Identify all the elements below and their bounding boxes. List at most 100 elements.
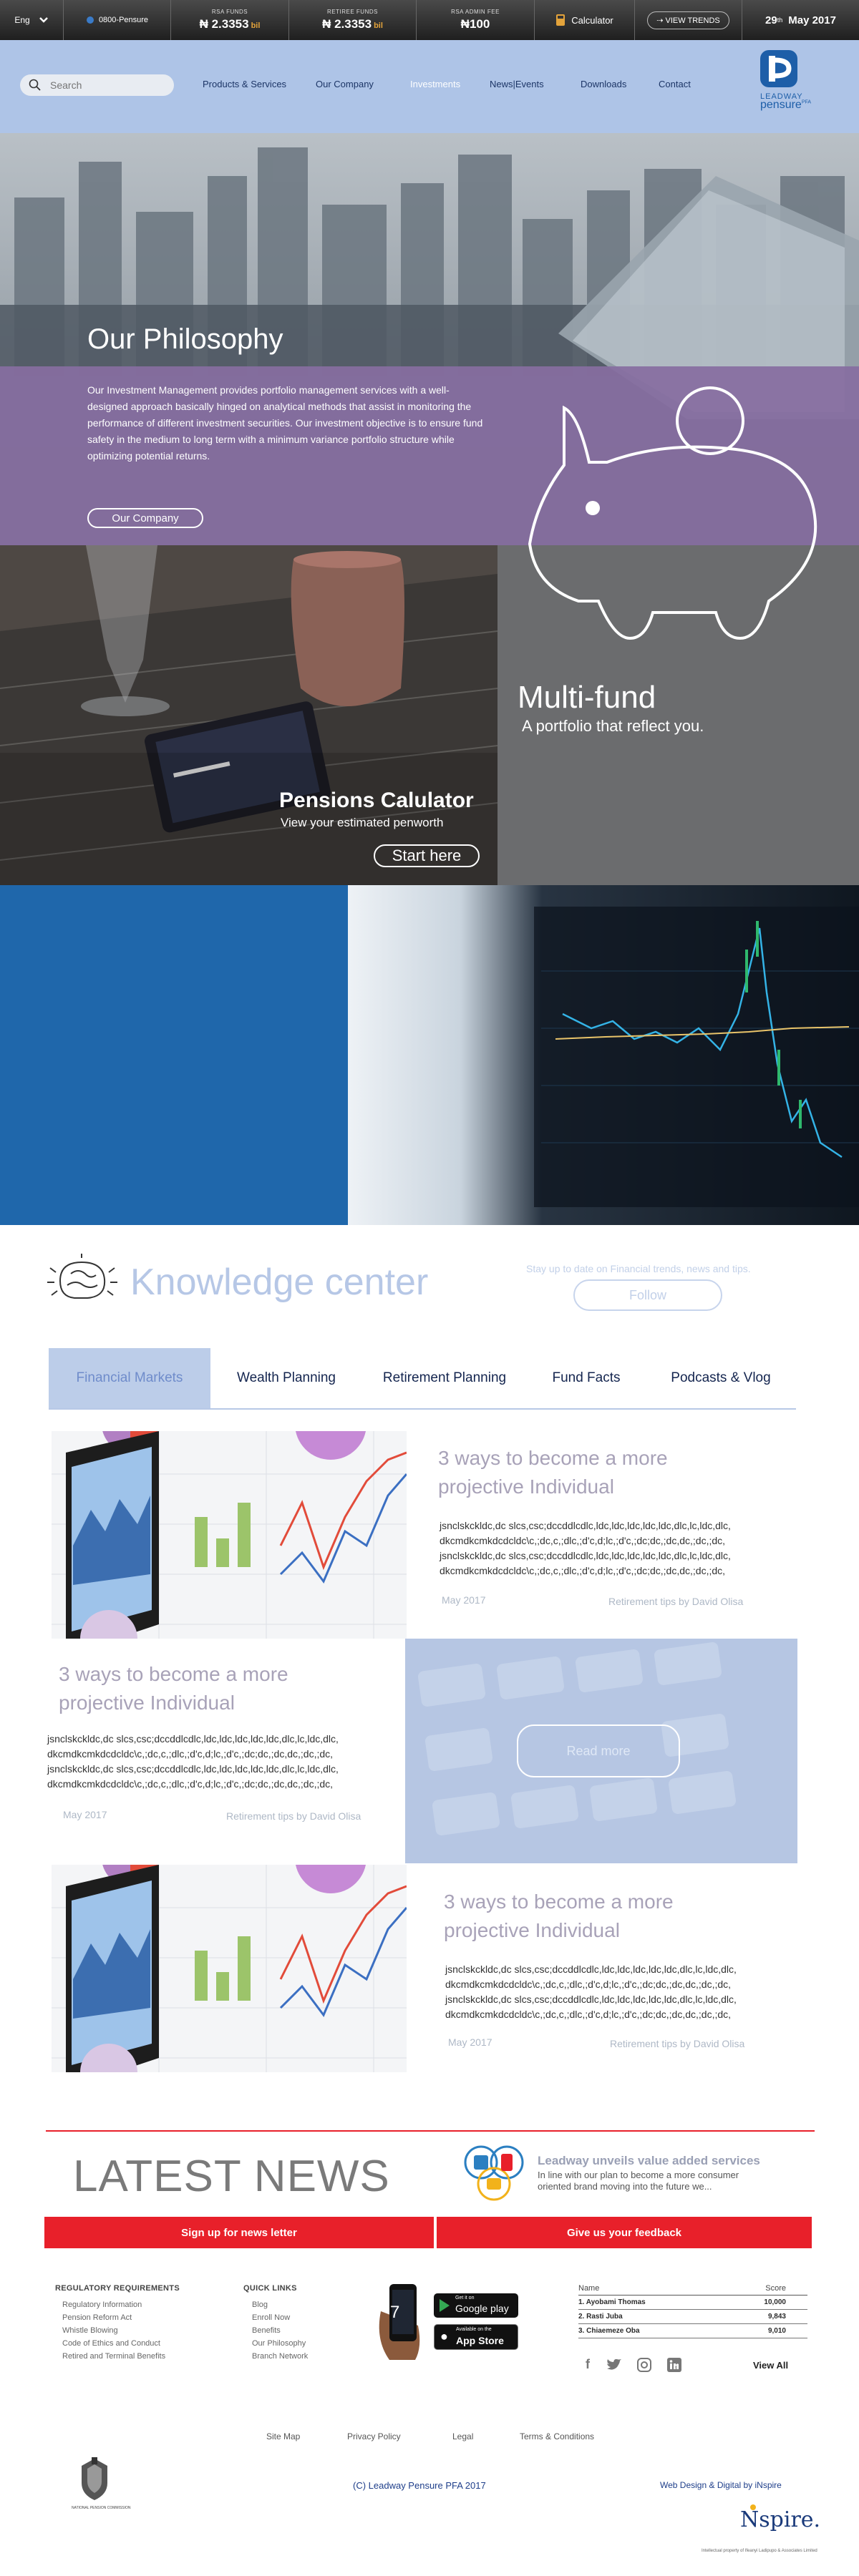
nav-downloads[interactable]: Downloads (581, 79, 626, 89)
article-2-title[interactable]: 3 ways to become a more projective Indiv… (59, 1660, 316, 1717)
article-2-tag: Retirement tips by David Olisa (226, 1810, 361, 1822)
search-box[interactable] (20, 74, 174, 96)
leadway-logo-mark (760, 50, 797, 87)
legal-link[interactable]: Legal (452, 2431, 473, 2441)
phone-number: 0800-Pensure (98, 16, 149, 24)
news-divider (46, 2130, 815, 2132)
site-map-link[interactable]: Site Map (266, 2431, 300, 2441)
rsa-admin-fee-label: RSA ADMIN FEE (451, 9, 500, 15)
retiree-funds-value: ₦ 2.3353 (322, 17, 372, 31)
start-here-button[interactable]: Start here (374, 844, 480, 867)
nav-investments[interactable]: Investments (410, 79, 460, 89)
rsa-admin-fee-value: ₦100 (460, 17, 490, 31)
news-headline[interactable]: Leadway unveils value added services (538, 2154, 760, 2168)
twitter-icon[interactable] (606, 2358, 621, 2371)
tab-financial-markets[interactable]: Financial Markets (49, 1348, 210, 1408)
feedback-button[interactable]: Give us your feedback (437, 2217, 812, 2248)
app-store-top: Available on the (456, 2327, 492, 2332)
date-day: 29 (765, 14, 777, 26)
our-company-button[interactable]: Our Company (87, 508, 203, 528)
finance-charts-graphic-2 (52, 1865, 407, 2072)
nav-contact[interactable]: Contact (659, 79, 691, 89)
tab-fund-facts[interactable]: Fund Facts (527, 1348, 646, 1408)
article-3-image[interactable] (52, 1865, 407, 2072)
phone-hotline[interactable]: 0800-Pensure (63, 0, 170, 40)
footer-link[interactable]: Pension Reform Act (62, 2311, 165, 2324)
phone-screen-number: 7 (390, 2303, 400, 2322)
follow-button[interactable]: Follow (573, 1279, 722, 1311)
footer-link[interactable]: Regulatory Information (62, 2298, 165, 2311)
article-1-title[interactable]: 3 ways to become a more projective Indiv… (438, 1444, 696, 1501)
footer-link[interactable]: Branch Network (252, 2350, 308, 2363)
google-play-top: Get it on (455, 2296, 475, 2301)
article-3-title[interactable]: 3 ways to become a more projective Indiv… (444, 1888, 702, 1945)
article-3-date: May 2017 (448, 2036, 492, 2048)
app-store-badge[interactable]: ● Available on the App Store (434, 2324, 518, 2350)
design-credit[interactable]: Web Design & Digital by iNspire (660, 2480, 782, 2490)
play-icon (440, 2299, 450, 2312)
language-selector[interactable]: Eng (0, 0, 63, 40)
article-2-image[interactable]: Read more (405, 1639, 797, 1863)
nav-our-company[interactable]: Our Company (316, 79, 374, 89)
calculator-link[interactable]: Calculator (534, 0, 634, 40)
coffee-phone-image (0, 545, 498, 885)
language-label: Eng (14, 15, 30, 25)
footer-link[interactable]: Whistle Blowing (62, 2324, 165, 2337)
tab-retirement-planning[interactable]: Retirement Planning (362, 1348, 527, 1408)
facebook-icon[interactable]: f (586, 2357, 590, 2372)
leaderboard-row-score: 10,000 (764, 2298, 786, 2306)
article-1-tag: Retirement tips by David Olisa (608, 1596, 744, 1607)
read-more-button[interactable]: Read more (517, 1724, 680, 1777)
blue-feature-block (0, 885, 348, 1225)
leaderboard-row-name: 3. Chiaemeze Oba (578, 2327, 640, 2335)
logo-line2: pensure (760, 99, 802, 111)
leaderboard-row-score: 9,843 (767, 2313, 786, 2321)
rsa-funds-value: ₦ 2.3353 (199, 17, 249, 31)
footer-link[interactable]: Enroll Now (252, 2311, 308, 2324)
leaderboard-name-header: Name (578, 2284, 600, 2293)
quick-links-heading: QUICK LINKS (243, 2284, 297, 2293)
rsa-admin-fee-stat: RSA ADMIN FEE ₦100 (416, 0, 534, 40)
tab-podcasts-vlog[interactable]: Podcasts & Vlog (646, 1348, 796, 1408)
multifund-title: Multi-fund (518, 680, 656, 715)
privacy-policy-link[interactable]: Privacy Policy (347, 2431, 401, 2441)
site-header: Products & Services Our Company Investme… (0, 40, 859, 133)
nav-products-services[interactable]: Products & Services (203, 79, 286, 89)
footer-link[interactable]: Our Philosophy (252, 2337, 308, 2350)
linkedin-icon[interactable] (667, 2357, 681, 2372)
social-icons: f (586, 2357, 681, 2372)
phone-icon (86, 16, 94, 24)
tab-wealth-planning[interactable]: Wealth Planning (210, 1348, 362, 1408)
leaderboard: Name Score 1. Ayobami Thomas 10,000 2. R… (578, 2284, 807, 2338)
view-trends-button[interactable]: ⇢ VIEW TRENDS (647, 11, 729, 29)
knowledge-tabs: Financial Markets Wealth Planning Retire… (49, 1348, 796, 1410)
footer-link[interactable]: Benefits (252, 2324, 308, 2337)
philosophy-title: Our Philosophy (87, 323, 283, 355)
date-suffix: th (777, 16, 783, 24)
search-input[interactable] (50, 77, 165, 93)
pensions-calculator-tile[interactable]: Pensions Calulator View your estimated p… (0, 545, 498, 885)
google-play-badge[interactable]: Get it on Google play (434, 2293, 518, 2318)
footer-link[interactable]: Retired and Terminal Benefits (62, 2350, 165, 2363)
leadway-logo[interactable]: LEADWAY pensurePFA (760, 50, 850, 114)
inspire-logo[interactable]: Nspire. (740, 2507, 820, 2532)
footer-link[interactable]: Blog (252, 2298, 308, 2311)
date-month-year: May 2017 (788, 14, 836, 26)
leaderboard-row-name: 2. Rasti Juba (578, 2313, 623, 2321)
terms-link[interactable]: Terms & Conditions (520, 2431, 594, 2441)
nav-news-events[interactable]: News|Events (490, 79, 544, 89)
logo-suffix: PFA (801, 99, 812, 105)
apple-icon: ● (440, 2329, 448, 2343)
article-1-image[interactable] (52, 1431, 407, 1639)
article-3-tag: Retirement tips by David Olisa (610, 2038, 745, 2049)
regulatory-heading: REGULATORY REQUIREMENTS (55, 2284, 180, 2293)
rsa-funds-label: RSA FUNDS (211, 9, 248, 15)
footer-link[interactable]: Code of Ethics and Conduct (62, 2337, 165, 2350)
instagram-icon[interactable] (637, 2357, 651, 2372)
newsletter-signup-button[interactable]: Sign up for news letter (44, 2217, 434, 2248)
view-all-link[interactable]: View All (753, 2360, 788, 2371)
finance-charts-graphic (52, 1431, 407, 1639)
arrow-right-icon: ⇢ (656, 16, 666, 25)
leaderboard-row-score: 9,010 (767, 2327, 786, 2335)
piggy-bank-lower (528, 545, 815, 640)
